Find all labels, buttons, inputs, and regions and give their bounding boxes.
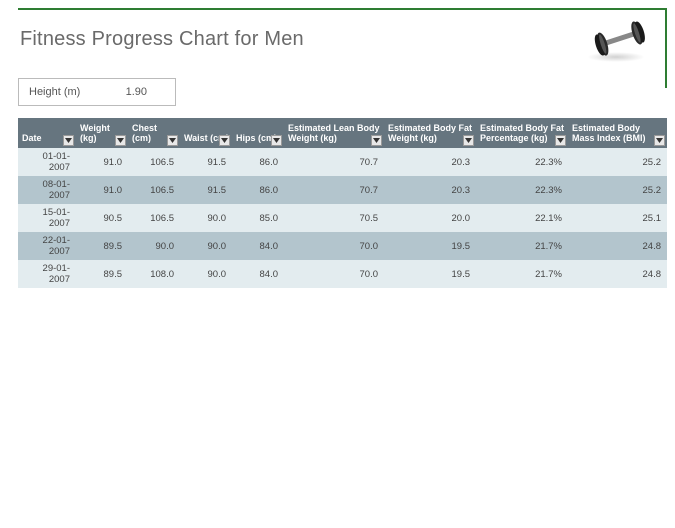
cell-lbw[interactable]: 70.7: [284, 148, 384, 176]
cell-bmi[interactable]: 25.2: [568, 176, 667, 204]
cell-chest[interactable]: 90.0: [128, 232, 180, 260]
cell-hips[interactable]: 86.0: [232, 148, 284, 176]
filter-dropdown-icon[interactable]: [463, 135, 474, 146]
filter-dropdown-icon[interactable]: [555, 135, 566, 146]
column-header[interactable]: Waist (cm): [180, 118, 232, 148]
cell-hips[interactable]: 84.0: [232, 232, 284, 260]
cell-bfw[interactable]: 20.3: [384, 176, 476, 204]
cell-weight[interactable]: 91.0: [76, 148, 128, 176]
cell-lbw[interactable]: 70.5: [284, 204, 384, 232]
cell-waist[interactable]: 91.5: [180, 148, 232, 176]
cell-weight[interactable]: 89.5: [76, 232, 128, 260]
table-row[interactable]: 15-01-200790.5106.590.085.070.520.022.1%…: [18, 204, 667, 232]
filter-dropdown-icon[interactable]: [654, 135, 665, 146]
cell-lbw[interactable]: 70.7: [284, 176, 384, 204]
filter-dropdown-icon[interactable]: [219, 135, 230, 146]
filter-dropdown-icon[interactable]: [115, 135, 126, 146]
column-header[interactable]: Date: [18, 118, 76, 148]
column-header[interactable]: Hips (cm): [232, 118, 284, 148]
cell-bfp[interactable]: 21.7%: [476, 232, 568, 260]
column-label: Chest (cm): [132, 123, 157, 143]
cell-bfw[interactable]: 20.0: [384, 204, 476, 232]
column-label: Estimated Body Mass Index (BMI): [572, 123, 646, 143]
table-row[interactable]: 29-01-200789.5108.090.084.070.019.521.7%…: [18, 260, 667, 288]
column-header[interactable]: Weight (kg): [76, 118, 128, 148]
cell-weight[interactable]: 91.0: [76, 176, 128, 204]
column-header[interactable]: Estimated Body Fat Percentage (kg): [476, 118, 568, 148]
cell-chest[interactable]: 108.0: [128, 260, 180, 288]
filter-dropdown-icon[interactable]: [63, 135, 74, 146]
fitness-table: Date Weight (kg) Chest (cm) Waist (cm)Hips …: [18, 118, 667, 288]
height-label: Height (m): [19, 86, 126, 98]
cell-hips[interactable]: 86.0: [232, 176, 284, 204]
height-value: 1.90: [126, 86, 175, 98]
cell-bfp[interactable]: 22.1%: [476, 204, 568, 232]
column-header[interactable]: Estimated Body Fat Weight (kg): [384, 118, 476, 148]
header-frame: Fitness Progress Chart for Men: [18, 8, 667, 88]
cell-waist[interactable]: 90.0: [180, 232, 232, 260]
cell-bfp[interactable]: 22.3%: [476, 148, 568, 176]
cell-lbw[interactable]: 70.0: [284, 260, 384, 288]
cell-bfw[interactable]: 20.3: [384, 148, 476, 176]
cell-lbw[interactable]: 70.0: [284, 232, 384, 260]
cell-waist[interactable]: 90.0: [180, 204, 232, 232]
cell-bmi[interactable]: 25.1: [568, 204, 667, 232]
cell-weight[interactable]: 90.5: [76, 204, 128, 232]
table-row[interactable]: 08-01-200791.0106.591.586.070.720.322.3%…: [18, 176, 667, 204]
cell-weight[interactable]: 89.5: [76, 260, 128, 288]
cell-date[interactable]: 22-01-2007: [18, 232, 76, 260]
column-label: Estimated Body Fat Weight (kg): [388, 123, 472, 143]
cell-bmi[interactable]: 24.8: [568, 232, 667, 260]
filter-dropdown-icon[interactable]: [271, 135, 282, 146]
cell-date[interactable]: 08-01-2007: [18, 176, 76, 204]
cell-chest[interactable]: 106.5: [128, 176, 180, 204]
table-row[interactable]: 22-01-200789.590.090.084.070.019.521.7%2…: [18, 232, 667, 260]
column-header[interactable]: Chest (cm): [128, 118, 180, 148]
cell-hips[interactable]: 84.0: [232, 260, 284, 288]
column-header[interactable]: Estimated Lean Body Weight (kg): [284, 118, 384, 148]
cell-waist[interactable]: 91.5: [180, 176, 232, 204]
column-header[interactable]: Estimated Body Mass Index (BMI): [568, 118, 667, 148]
cell-bfw[interactable]: 19.5: [384, 232, 476, 260]
cell-date[interactable]: 15-01-2007: [18, 204, 76, 232]
cell-chest[interactable]: 106.5: [128, 204, 180, 232]
dumbbell-image: [587, 14, 653, 64]
cell-waist[interactable]: 90.0: [180, 260, 232, 288]
cell-bfp[interactable]: 22.3%: [476, 176, 568, 204]
page-title: Fitness Progress Chart for Men: [20, 28, 304, 51]
cell-date[interactable]: 29-01-2007: [18, 260, 76, 288]
cell-date[interactable]: 01-01-2007: [18, 148, 76, 176]
column-label: Estimated Body Fat Percentage (kg): [480, 123, 564, 143]
filter-dropdown-icon[interactable]: [371, 135, 382, 146]
column-label: Date: [22, 133, 42, 143]
cell-bfw[interactable]: 19.5: [384, 260, 476, 288]
cell-bmi[interactable]: 24.8: [568, 260, 667, 288]
cell-bmi[interactable]: 25.2: [568, 148, 667, 176]
cell-chest[interactable]: 106.5: [128, 148, 180, 176]
height-input-box[interactable]: Height (m) 1.90: [18, 78, 176, 106]
table-row[interactable]: 01-01-200791.0106.591.586.070.720.322.3%…: [18, 148, 667, 176]
cell-hips[interactable]: 85.0: [232, 204, 284, 232]
cell-bfp[interactable]: 21.7%: [476, 260, 568, 288]
filter-dropdown-icon[interactable]: [167, 135, 178, 146]
column-label: Weight (kg): [80, 123, 110, 143]
column-label: Estimated Lean Body Weight (kg): [288, 123, 380, 143]
